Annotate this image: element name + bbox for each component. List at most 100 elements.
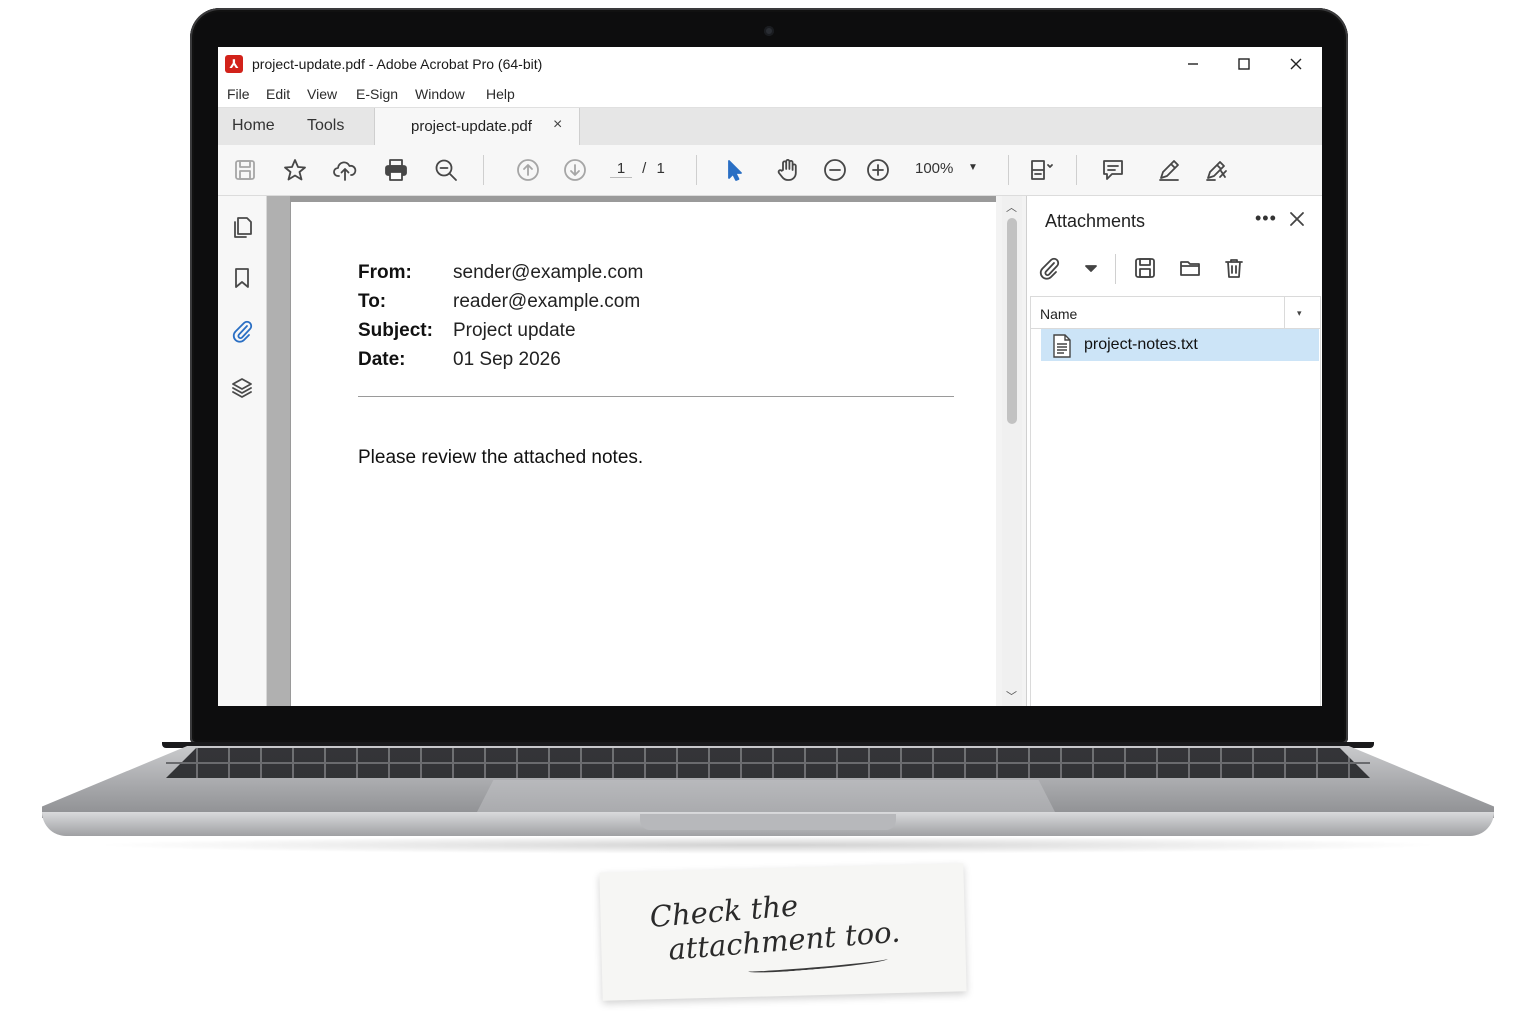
attachment-file-name: project-notes.txt xyxy=(1084,336,1198,353)
document-body: Please review the attached notes. xyxy=(358,447,644,468)
date-value: 01 Sep 2026 xyxy=(453,349,561,370)
open-attachment-button[interactable] xyxy=(1176,254,1204,282)
menu-help[interactable]: Help xyxy=(486,86,515,102)
paperclip-icon xyxy=(232,320,253,343)
menu-e-sign[interactable]: E-Sign xyxy=(356,86,398,102)
save-button[interactable] xyxy=(230,155,260,185)
zoom-level[interactable]: 100% xyxy=(915,160,953,177)
title-bar: ⅄ project-update.pdf - Adobe Acrobat Pro… xyxy=(218,47,1322,81)
save-icon xyxy=(1135,258,1155,278)
window-title: project-update.pdf - Adobe Acrobat Pro (… xyxy=(252,56,543,72)
sort-caret-icon[interactable]: ▾ xyxy=(1297,308,1302,319)
close-icon xyxy=(1290,58,1302,70)
next-page-button[interactable] xyxy=(560,155,590,185)
page-indicator: 1 / 1 xyxy=(610,160,665,178)
zoom-in-button[interactable] xyxy=(863,155,893,185)
document-scrollbar[interactable]: ︿ ﹀ xyxy=(1002,196,1022,706)
bookmark-star-button[interactable] xyxy=(280,155,310,185)
bookmarks-button[interactable] xyxy=(227,263,257,293)
comment-icon xyxy=(1103,160,1123,180)
upload-button[interactable] xyxy=(330,155,360,185)
from-value: sender@example.com xyxy=(453,262,644,283)
acrobat-icon: ⅄ xyxy=(225,55,243,73)
tab-tools[interactable]: Tools xyxy=(307,117,344,135)
lid-opening-notch xyxy=(640,814,896,830)
minimize-button[interactable] xyxy=(1171,49,1215,79)
to-value: reader@example.com xyxy=(453,291,641,312)
date-label: Date: xyxy=(358,349,406,370)
printer-icon xyxy=(385,159,407,181)
page-thumbnails-button[interactable] xyxy=(227,212,257,242)
hand-tool-button[interactable] xyxy=(773,155,803,185)
folder-icon xyxy=(1180,261,1200,276)
previous-page-button[interactable] xyxy=(513,155,543,185)
panel-toolbar-separator xyxy=(1115,254,1116,284)
menu-window[interactable]: Window xyxy=(415,86,465,102)
page-number-input[interactable]: 1 xyxy=(610,160,632,178)
magnifier-minus-icon xyxy=(435,159,457,181)
close-window-button[interactable] xyxy=(1274,49,1318,79)
delete-attachment-button[interactable] xyxy=(1220,254,1248,282)
close-icon xyxy=(1290,212,1304,226)
scroll-up-icon[interactable]: ︿ xyxy=(1006,199,1017,215)
add-attachment-button[interactable] xyxy=(1035,254,1063,282)
caret-down-icon xyxy=(1085,265,1097,272)
zoom-out-button[interactable] xyxy=(820,155,850,185)
zoom-search-button[interactable] xyxy=(431,155,461,185)
save-attachment-button[interactable] xyxy=(1131,254,1159,282)
maximize-icon xyxy=(1238,58,1250,70)
tab-document[interactable]: project-update.pdf × xyxy=(374,108,580,147)
column-divider xyxy=(1284,297,1285,328)
handwritten-note: Check the attachment too. xyxy=(649,881,902,968)
print-button[interactable] xyxy=(381,155,411,185)
highlight-button[interactable] xyxy=(1154,155,1184,185)
list-item[interactable]: project-notes.txt xyxy=(1041,329,1319,361)
arrow-up-circle-icon xyxy=(517,159,539,181)
attachment-options-dropdown[interactable] xyxy=(1077,254,1105,282)
toolbar-separator xyxy=(696,155,697,185)
bookmark-icon xyxy=(235,268,249,288)
column-name-header[interactable]: Name xyxy=(1040,306,1077,322)
select-tool-button[interactable] xyxy=(719,155,749,185)
tab-home[interactable]: Home xyxy=(232,117,275,135)
toolbar-separator xyxy=(483,155,484,185)
chevron-down-icon[interactable]: ▼ xyxy=(968,162,978,173)
document-viewport[interactable]: From: sender@example.com To: reader@exam… xyxy=(267,196,996,706)
attachments-button[interactable] xyxy=(227,316,257,346)
trackpad xyxy=(476,780,1056,814)
pen-icon xyxy=(1159,160,1179,181)
menu-view[interactable]: View xyxy=(307,86,337,102)
page-display-icon xyxy=(1031,160,1053,180)
cloud-upload-icon xyxy=(333,161,357,181)
attachments-panel: Attachments ••• Name ▾ project-notes.txt xyxy=(1026,196,1322,706)
panel-title: Attachments xyxy=(1045,211,1146,231)
more-options-icon[interactable]: ••• xyxy=(1255,208,1277,229)
page-total: 1 xyxy=(656,160,665,177)
sign-button[interactable] xyxy=(1201,155,1231,185)
save-icon xyxy=(235,160,255,180)
minimize-icon xyxy=(1188,63,1198,65)
navigation-pane xyxy=(218,196,267,706)
layers-button[interactable] xyxy=(227,373,257,403)
subject-label: Subject: xyxy=(358,320,433,341)
toolbar: 1 / 1 100% ▼ xyxy=(218,145,1322,196)
close-panel-button[interactable] xyxy=(1285,207,1309,231)
scroll-down-icon[interactable]: ﹀ xyxy=(1006,688,1017,704)
menu-file[interactable]: File xyxy=(227,86,250,102)
comment-button[interactable] xyxy=(1098,155,1128,185)
sticky-note: Check the attachment too. xyxy=(599,863,967,1001)
attachments-list: Name ▾ project-notes.txt xyxy=(1030,296,1321,706)
pdf-page: From: sender@example.com To: reader@exam… xyxy=(291,202,996,706)
close-tab-icon[interactable]: × xyxy=(553,116,562,134)
scrollbar-thumb[interactable] xyxy=(1007,218,1017,424)
signature-pen-icon xyxy=(1206,161,1227,181)
document-tab-label: project-update.pdf xyxy=(411,118,532,135)
page-display-button[interactable] xyxy=(1026,155,1056,185)
cursor-arrow-icon xyxy=(728,160,742,181)
trash-icon xyxy=(1225,259,1243,278)
maximize-button[interactable] xyxy=(1222,49,1266,79)
menu-bar: File Edit View E-Sign Window Help xyxy=(218,81,1322,107)
menu-edit[interactable]: Edit xyxy=(266,86,290,102)
arrow-down-circle-icon xyxy=(564,159,586,181)
toolbar-separator xyxy=(1008,155,1009,185)
